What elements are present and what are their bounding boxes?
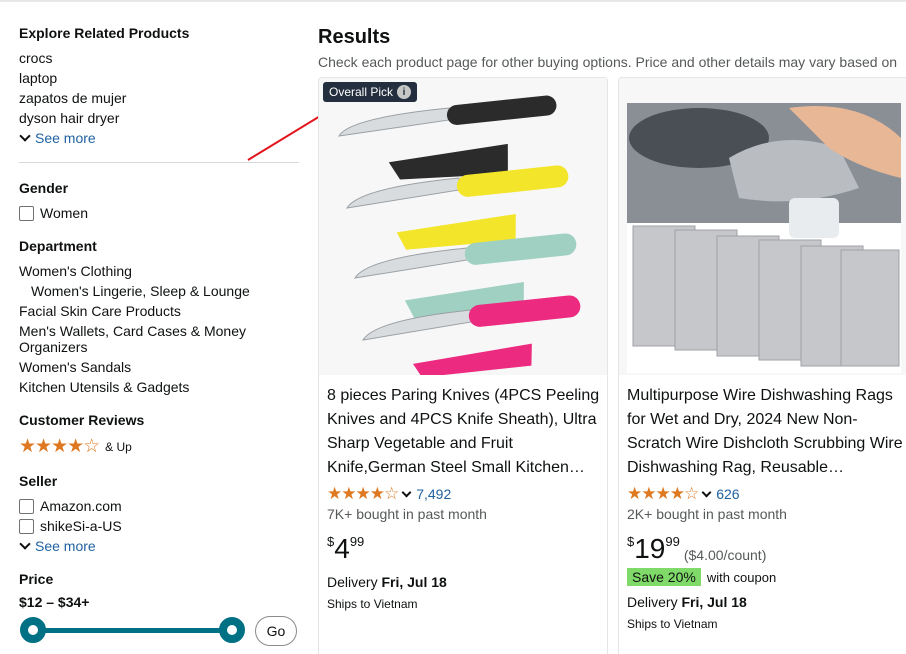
explore-item-laptop[interactable]: laptop <box>19 68 299 88</box>
product-price[interactable]: $ 4 99 <box>327 534 364 564</box>
price-symbol: $ <box>627 534 635 549</box>
star-rating-icon[interactable]: ★★★★☆ <box>327 484 399 504</box>
coupon-row: Save 20% with coupon <box>627 568 776 586</box>
dept-womens-clothing[interactable]: Women's Clothing <box>19 261 299 281</box>
price-go-button[interactable]: Go <box>255 616 297 646</box>
reviews-section: Customer Reviews ★★★★☆ & Up <box>19 411 299 458</box>
review-count-link[interactable]: 7,492 <box>416 486 451 502</box>
gender-heading: Gender <box>19 180 69 196</box>
delivery-prefix: Delivery <box>627 594 682 610</box>
price-heading: Price <box>19 571 54 587</box>
delivery-prefix: Delivery <box>327 574 382 590</box>
gender-option-women[interactable]: Women <box>19 203 299 223</box>
and-up-label: & Up <box>105 439 132 454</box>
explore-item-crocs[interactable]: crocs <box>19 48 299 68</box>
price-slider[interactable] <box>19 614 249 648</box>
price-fraction: 99 <box>349 534 365 549</box>
results-heading: Results <box>318 26 391 48</box>
product-card: Overall Pick i 8 pieces Paring Knives (4… <box>318 77 608 654</box>
gender-section: Gender Women <box>19 179 299 223</box>
unit-price: ($4.00/count) <box>683 547 767 563</box>
product-title-link[interactable]: Multipurpose Wire Dishwashing Rags for W… <box>627 384 903 480</box>
delivery-date: Fri, Jul 18 <box>381 574 447 590</box>
seller-option-amazon[interactable]: Amazon.com <box>19 496 299 516</box>
bought-count: 2K+ bought in past month <box>627 506 787 522</box>
chevron-down-icon <box>19 130 31 142</box>
women-label: Women <box>40 205 88 221</box>
seller-option-shikesi[interactable]: shikeSi-a-US <box>19 516 299 536</box>
price-whole: 4 <box>334 533 350 564</box>
ships-to: Ships to Vietnam <box>627 617 718 631</box>
chevron-down-icon <box>19 538 31 550</box>
women-checkbox[interactable] <box>19 205 34 221</box>
delivery-info: Delivery Fri, Jul 18 <box>327 574 447 590</box>
department-section: Department Women's Clothing Women's Ling… <box>19 237 299 397</box>
ships-to: Ships to Vietnam <box>327 597 418 611</box>
delivery-date: Fri, Jul 18 <box>681 594 747 610</box>
explore-heading: Explore Related Products <box>19 25 190 41</box>
dept-facial-skin-care[interactable]: Facial Skin Care Products <box>19 301 299 321</box>
results-subtitle: Check each product page for other buying… <box>318 54 898 70</box>
seller-heading: Seller <box>19 473 58 489</box>
product-price[interactable]: $ 19 99 ($4.00/count) <box>627 534 766 564</box>
seller-section: Seller Amazon.com shikeSi-a-US See more <box>19 472 299 556</box>
price-fraction: 99 <box>665 534 680 549</box>
shikesi-label: shikeSi-a-US <box>40 518 122 534</box>
delivery-info: Delivery Fri, Jul 18 <box>627 594 747 610</box>
slider-min-handle[interactable] <box>20 617 46 643</box>
slider-max-handle[interactable] <box>219 617 245 643</box>
product-title-link[interactable]: 8 pieces Paring Knives (4PCS Peeling Kni… <box>327 384 603 480</box>
star-rating-icon: ★★★★☆ <box>19 436 100 457</box>
overall-pick-badge[interactable]: Overall Pick i <box>323 82 418 102</box>
seller-see-more[interactable]: See more <box>19 536 299 556</box>
price-whole: 19 <box>634 533 666 564</box>
chevron-down-icon[interactable] <box>701 487 712 498</box>
product-image[interactable]: Overall Pick i <box>319 78 607 378</box>
rating-row: ★★★★☆ 7,492 <box>327 484 451 504</box>
price-symbol: $ <box>327 534 335 549</box>
badge-label: Overall Pick <box>329 85 394 99</box>
dept-kitchen-utensils[interactable]: Kitchen Utensils & Gadgets <box>19 377 299 397</box>
department-heading: Department <box>19 238 97 254</box>
see-more-label: See more <box>35 130 96 146</box>
amazon-checkbox[interactable] <box>19 498 34 514</box>
dept-womens-sandals[interactable]: Women's Sandals <box>19 357 299 377</box>
wire-rags-image <box>627 103 901 373</box>
product-card: Multipurpose Wire Dishwashing Rags for W… <box>618 77 906 654</box>
coupon-text: with coupon <box>706 569 777 585</box>
chevron-down-icon[interactable] <box>401 487 412 498</box>
dept-mens-wallets[interactable]: Men's Wallets, Card Cases & Money Organi… <box>19 323 259 355</box>
coupon-save-badge: Save 20% <box>627 568 701 586</box>
reviews-heading: Customer Reviews <box>19 412 145 428</box>
see-more-label: See more <box>35 538 96 554</box>
rating-row: ★★★★☆ 626 <box>627 484 740 504</box>
star-rating-icon[interactable]: ★★★★☆ <box>627 484 699 504</box>
top-divider <box>0 0 906 2</box>
paring-knives-image <box>338 95 581 378</box>
amazon-label: Amazon.com <box>40 498 122 514</box>
slider-track <box>31 628 231 633</box>
info-icon[interactable]: i <box>397 85 412 99</box>
four-stars-and-up-filter[interactable]: ★★★★☆ & Up <box>19 435 299 458</box>
dept-womens-lingerie[interactable]: Women's Lingerie, Sleep & Lounge <box>19 281 299 301</box>
price-section: Price $12 – $34+ <box>19 570 299 610</box>
review-count-link[interactable]: 626 <box>716 486 739 502</box>
price-range-text: $12 – $34+ <box>19 594 90 610</box>
bought-count: 7K+ bought in past month <box>327 506 487 522</box>
shikesi-checkbox[interactable] <box>19 518 34 534</box>
product-image[interactable] <box>619 78 906 375</box>
